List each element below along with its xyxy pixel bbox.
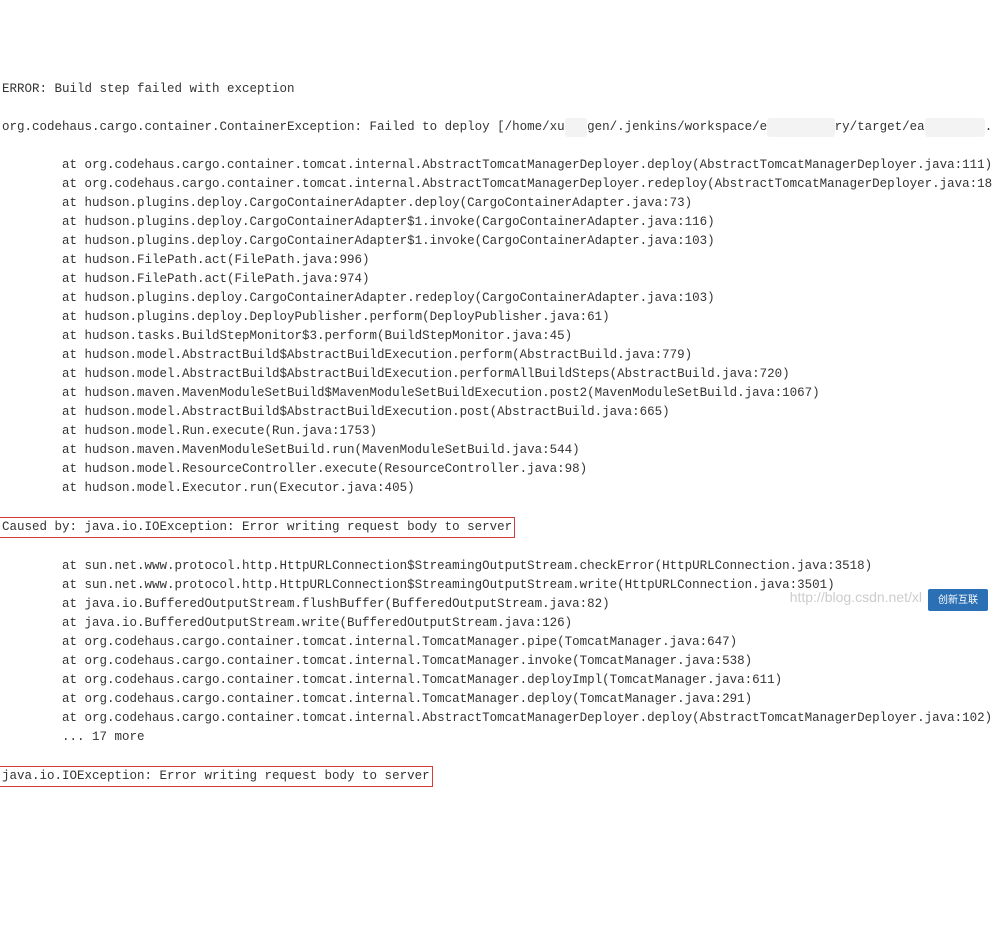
stack-frame: at hudson.model.Executor.run(Executor.ja… — [2, 479, 990, 498]
stack-frame: at hudson.plugins.deploy.DeployPublisher… — [2, 308, 990, 327]
redacted-text — [925, 118, 985, 137]
stack-frame: at hudson.plugins.deploy.CargoContainerA… — [2, 232, 990, 251]
stack-frame: at hudson.plugins.deploy.CargoContainerA… — [2, 289, 990, 308]
stack-frame: at hudson.tasks.BuildStepMonitor$3.perfo… — [2, 327, 990, 346]
stack-frame: at hudson.model.ResourceController.execu… — [2, 460, 990, 479]
stack-frame: at hudson.FilePath.act(FilePath.java:996… — [2, 251, 990, 270]
stack-frame: at hudson.plugins.deploy.CargoContainerA… — [2, 213, 990, 232]
stack-frame: at org.codehaus.cargo.container.tomcat.i… — [2, 633, 990, 652]
stack-frame: at hudson.model.AbstractBuild$AbstractBu… — [2, 403, 990, 422]
stack-frame: at hudson.model.AbstractBuild$AbstractBu… — [2, 346, 990, 365]
stack-frame: at org.codehaus.cargo.container.tomcat.i… — [2, 671, 990, 690]
stack-frame: at sun.net.www.protocol.http.HttpURLConn… — [2, 576, 990, 595]
redacted-text — [767, 118, 835, 137]
stack-frame: at org.codehaus.cargo.container.tomcat.i… — [2, 156, 990, 175]
stack-frame: at hudson.maven.MavenModuleSetBuild.run(… — [2, 441, 990, 460]
stack-frame: at java.io.BufferedOutputStream.flushBuf… — [2, 595, 990, 614]
stack-frame: at org.codehaus.cargo.container.tomcat.i… — [2, 652, 990, 671]
stack-trace-block-2: at sun.net.www.protocol.http.HttpURLConn… — [2, 557, 990, 747]
exception-mid2: ry/target/ea — [835, 120, 925, 134]
stack-frame: at hudson.FilePath.act(FilePath.java:974… — [2, 270, 990, 289]
exception-line: org.codehaus.cargo.container.ContainerEx… — [2, 118, 990, 137]
caused-by-line: Caused by: java.io.IOException: Error wr… — [2, 517, 990, 538]
redacted-text — [565, 118, 588, 137]
caused-by-highlight: Caused by: java.io.IOException: Error wr… — [0, 517, 515, 538]
stack-frame: at sun.net.www.protocol.http.HttpURLConn… — [2, 557, 990, 576]
stack-frame: at hudson.plugins.deploy.CargoContainerA… — [2, 194, 990, 213]
stack-frame: at org.codehaus.cargo.container.tomcat.i… — [2, 690, 990, 709]
stack-frame: at org.codehaus.cargo.container.tomcat.i… — [2, 709, 990, 728]
error-header: ERROR: Build step failed with exception — [2, 80, 990, 99]
stack-frame: at hudson.maven.MavenModuleSetBuild$Mave… — [2, 384, 990, 403]
stack-trace-block-1: at org.codehaus.cargo.container.tomcat.i… — [2, 156, 990, 498]
stack-frame: at hudson.model.AbstractBuild$AbstractBu… — [2, 365, 990, 384]
exception-suffix: .war] — [985, 120, 992, 134]
exception-prefix: org.codehaus.cargo.container.ContainerEx… — [2, 120, 565, 134]
stack-frame: ... 17 more — [2, 728, 990, 747]
root-cause-highlight: java.io.IOException: Error writing reque… — [0, 766, 433, 787]
stack-frame: at org.codehaus.cargo.container.tomcat.i… — [2, 175, 990, 194]
exception-mid: gen/.jenkins/workspace/e — [587, 120, 767, 134]
stack-frame: at hudson.model.Run.execute(Run.java:175… — [2, 422, 990, 441]
root-cause-line: java.io.IOException: Error writing reque… — [2, 766, 990, 787]
stack-frame: at java.io.BufferedOutputStream.write(Bu… — [2, 614, 990, 633]
